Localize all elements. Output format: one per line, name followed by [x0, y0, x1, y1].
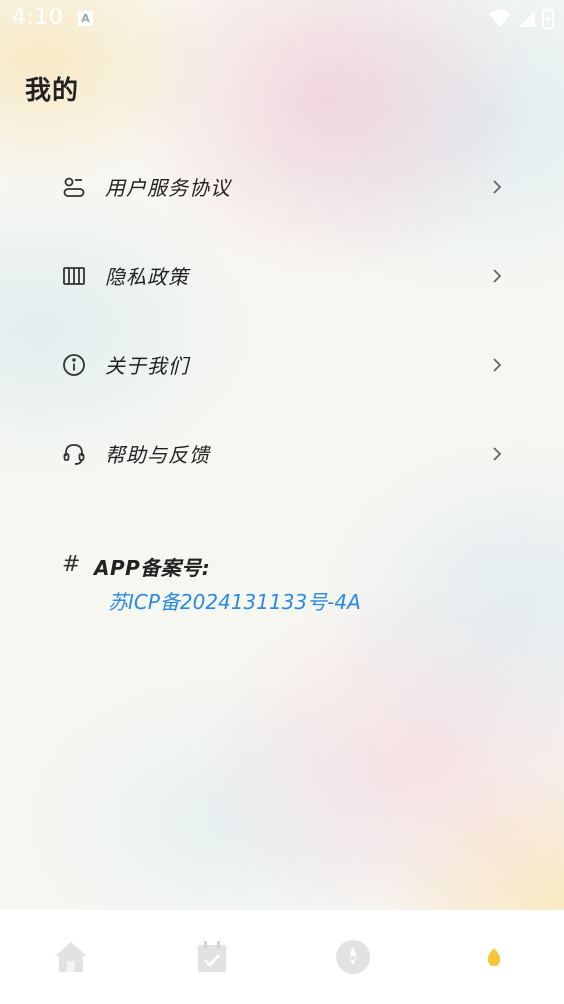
page-title: 我的: [25, 76, 80, 106]
home-icon: [54, 942, 87, 972]
calendar-check-icon: [197, 941, 226, 972]
cellular-signal-icon: [519, 11, 535, 27]
profile-drop-icon: [487, 948, 500, 966]
tab-compass[interactable]: [282, 910, 423, 1004]
status-icons: [488, 8, 554, 30]
headset-icon: [61, 441, 87, 467]
menu-item-label: 关于我们: [105, 354, 189, 378]
menu-item-privacy-policy[interactable]: 隐私政策: [0, 231, 564, 320]
menu-item-help-feedback[interactable]: 帮助与反馈: [0, 409, 564, 498]
menu-item-label: 隐私政策: [105, 265, 189, 289]
battery-icon: [542, 8, 554, 30]
chevron-right-icon: [493, 357, 502, 372]
hash-icon: #: [62, 552, 81, 577]
menu-item-label: 用户服务协议: [105, 176, 231, 200]
compass-icon: [335, 940, 370, 974]
info-icon: [61, 352, 87, 378]
status-time: 4:10: [12, 5, 64, 30]
record-number-link[interactable]: 苏ICP备2024131133号-4A: [108, 586, 361, 615]
status-bar: 4:10 A: [0, 0, 564, 40]
a-letter-icon: A: [78, 11, 93, 26]
tab-home[interactable]: [0, 910, 141, 1004]
record-label: APP备案号:: [94, 556, 211, 580]
menu-item-label: 帮助与反馈: [105, 443, 210, 467]
tab-calendar[interactable]: [141, 910, 282, 1004]
wifi-icon: [489, 10, 511, 27]
chevron-right-icon: [493, 446, 502, 461]
menu-item-about-us[interactable]: 关于我们: [0, 320, 564, 409]
tab-profile[interactable]: [423, 910, 564, 1004]
menu-item-user-agreement[interactable]: 用户服务协议: [0, 142, 564, 231]
chevron-right-icon: [493, 268, 502, 283]
user-card-icon: [61, 174, 87, 200]
chevron-right-icon: [493, 179, 502, 194]
settings-menu: 用户服务协议 隐私政策 关于我们 帮助与反馈: [0, 142, 564, 498]
columns-icon: [61, 263, 87, 289]
bottom-tab-bar: [0, 910, 564, 1004]
